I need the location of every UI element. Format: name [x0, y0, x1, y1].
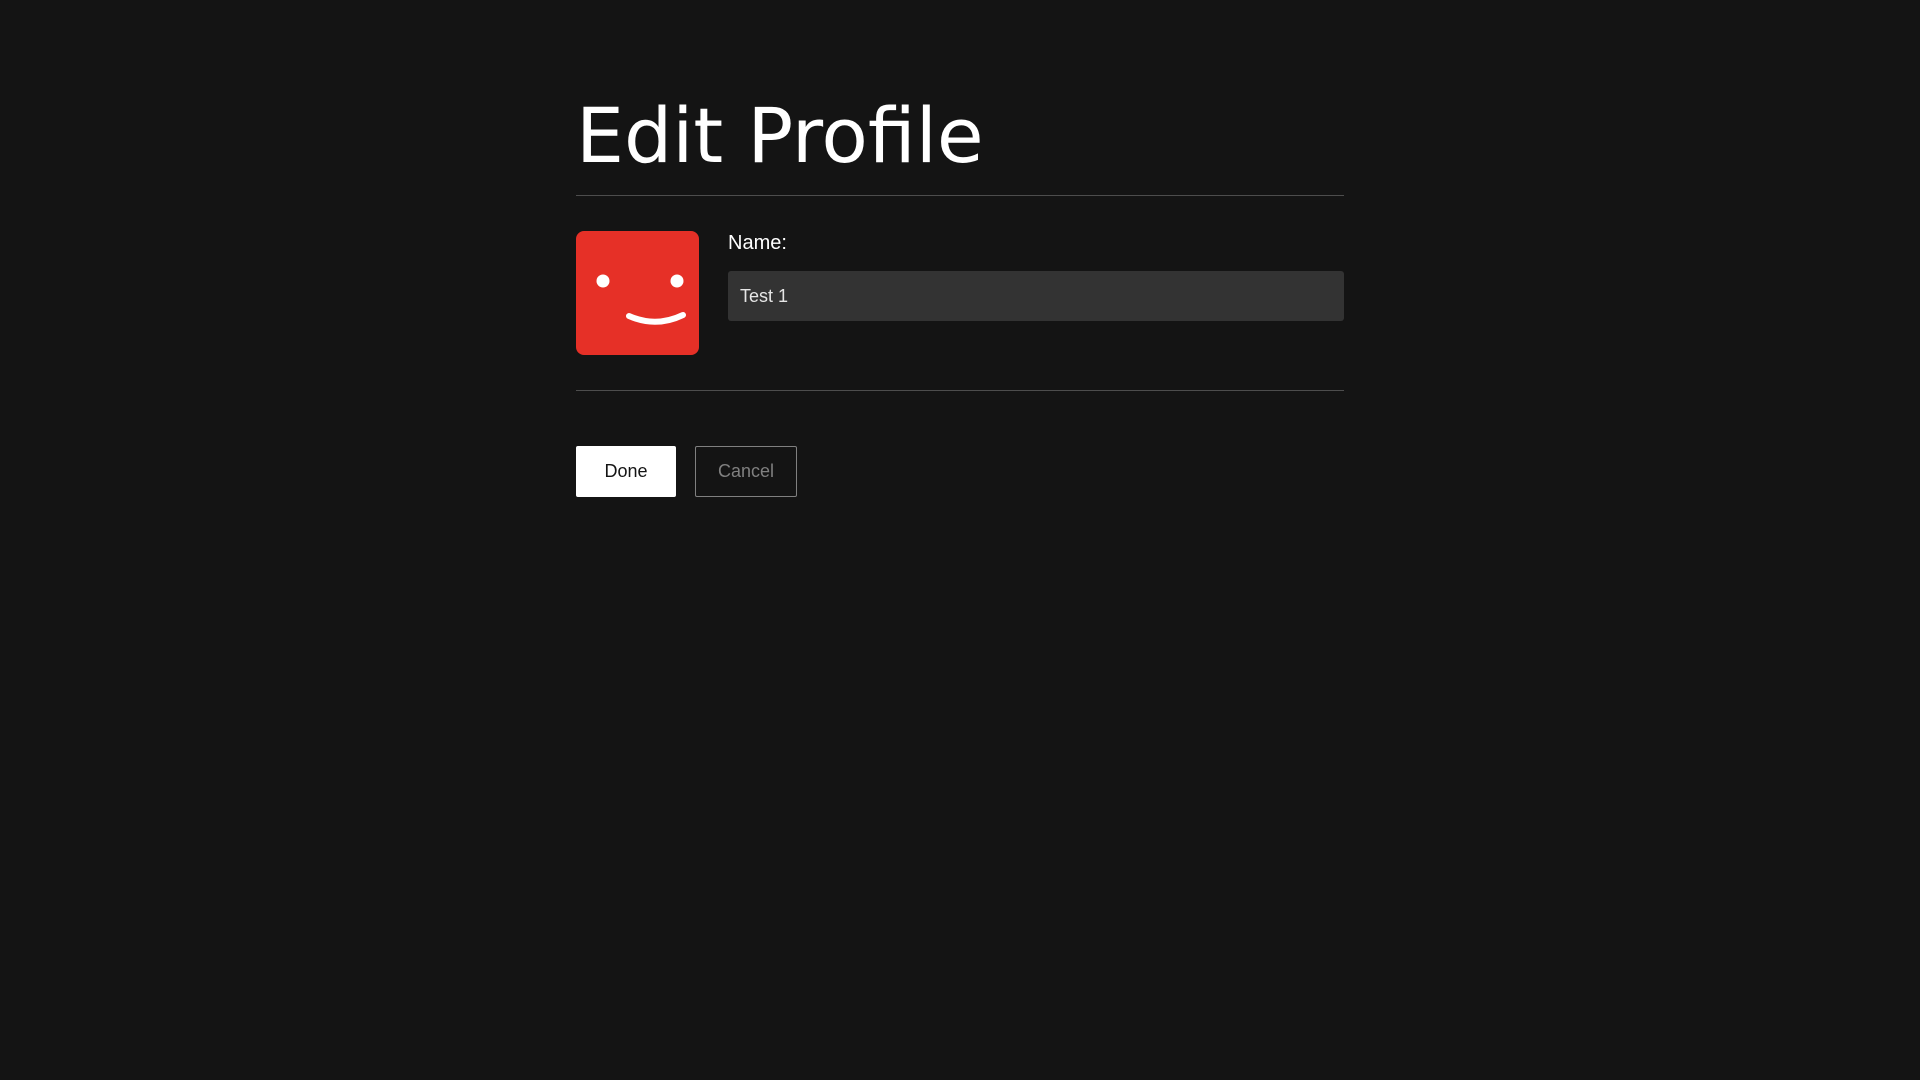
bottom-divider	[576, 390, 1344, 391]
action-buttons: Done Cancel	[576, 446, 1344, 497]
name-label: Name:	[728, 232, 787, 254]
page-title: Edit Profile	[576, 91, 984, 180]
smile	[626, 312, 686, 325]
left-eye	[596, 274, 610, 288]
edit-profile-page: Edit Profile Name: Done Cancel	[576, 0, 1344, 497]
cancel-button[interactable]: Cancel	[695, 446, 797, 497]
profile-row: Name:	[576, 196, 1344, 390]
profile-avatar[interactable]	[576, 231, 699, 355]
profile-fields: Name:	[728, 231, 1344, 321]
smiley-face-icon	[596, 274, 686, 325]
right-eye	[670, 274, 684, 288]
done-button[interactable]: Done	[576, 446, 676, 497]
name-input[interactable]	[728, 271, 1344, 321]
